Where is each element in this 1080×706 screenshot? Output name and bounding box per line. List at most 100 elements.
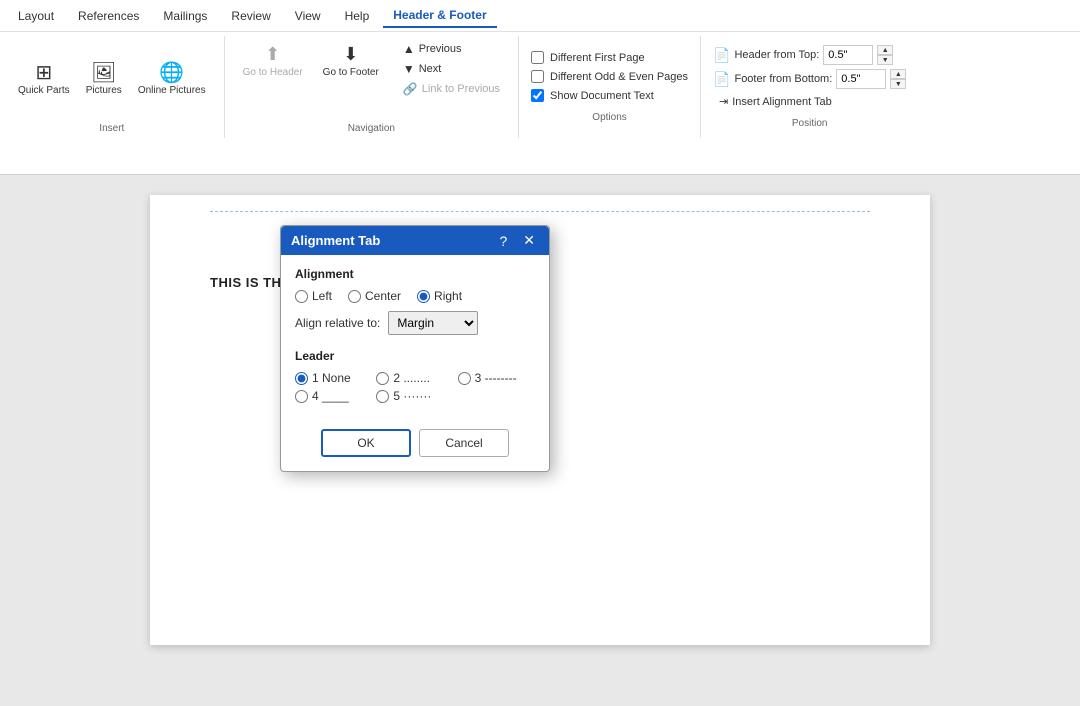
tab-references[interactable]: References: [68, 5, 149, 27]
leader-2-radio[interactable]: [376, 372, 389, 385]
insert-alignment-tab-button[interactable]: ⇥ Insert Alignment Tab: [713, 93, 906, 110]
different-odd-even-checkbox[interactable]: [531, 70, 544, 83]
header-from-top-label: Header from Top:: [734, 49, 819, 61]
previous-button[interactable]: ▲ Previous: [397, 40, 506, 58]
ribbon-tab-bar: Layout References Mailings Review View H…: [0, 0, 1080, 32]
tab-layout[interactable]: Layout: [8, 5, 64, 27]
link-to-previous-button[interactable]: 🔗 Link to Previous: [397, 80, 506, 98]
show-document-text-label: Show Document Text: [550, 90, 654, 102]
header-from-top-input[interactable]: [823, 45, 873, 65]
alignment-center-option[interactable]: Center: [348, 289, 401, 303]
alignment-left-radio[interactable]: [295, 290, 308, 303]
quick-parts-label: Quick Parts: [18, 85, 70, 96]
leader-5-option[interactable]: 5 ·······: [376, 389, 453, 403]
online-pictures-button[interactable]: 🌐 Online Pictures: [132, 59, 212, 100]
modal-overlay: Alignment Tab ? ✕ Alignment Left: [0, 175, 1080, 706]
tab-help[interactable]: Help: [335, 5, 380, 27]
quick-parts-button[interactable]: ⊞ Quick Parts: [12, 59, 76, 100]
ribbon-group-position: 📄 Header from Top: ▲ ▼ 📄 Footer from Bot…: [701, 36, 918, 138]
go-to-header-icon: ⬆: [265, 44, 280, 65]
ribbon-group-insert: ⊞ Quick Parts 🖼 Pictures 🌐 Online Pictur…: [0, 36, 225, 138]
align-relative-label: Align relative to:: [295, 316, 380, 330]
go-to-footer-icon: ⬇: [343, 44, 358, 65]
link-icon: 🔗: [403, 82, 418, 96]
leader-1-radio[interactable]: [295, 372, 308, 385]
tab-view[interactable]: View: [285, 5, 331, 27]
insert-group-label: Insert: [99, 123, 124, 134]
footer-from-bottom-row: 📄 Footer from Bottom: ▲ ▼: [713, 69, 906, 89]
tab-mailings[interactable]: Mailings: [153, 5, 217, 27]
leader-5-radio[interactable]: [376, 390, 389, 403]
dialog-body: Alignment Left Center Right: [281, 255, 549, 429]
leader-4-radio[interactable]: [295, 390, 308, 403]
leader-3-radio[interactable]: [458, 372, 471, 385]
different-first-page-row: Different First Page: [531, 51, 688, 64]
header-from-top-spinner: ▲ ▼: [877, 45, 893, 65]
different-odd-even-label: Different Odd & Even Pages: [550, 71, 688, 83]
nav-group-items: ⬆ Go to Header ⬇ Go to Footer ▲ Previous: [237, 40, 506, 119]
dialog-close-button[interactable]: ✕: [519, 232, 539, 249]
different-first-page-label: Different First Page: [550, 52, 645, 64]
insert-group-items: ⊞ Quick Parts 🖼 Pictures 🌐 Online Pictur…: [12, 40, 212, 119]
header-from-top-up[interactable]: ▲: [877, 45, 893, 55]
footer-from-bottom-icon: 📄: [713, 71, 730, 88]
ribbon: Layout References Mailings Review View H…: [0, 0, 1080, 175]
footer-from-bottom-label: Footer from Bottom:: [734, 73, 832, 85]
next-label: Next: [419, 63, 442, 75]
alignment-left-option[interactable]: Left: [295, 289, 332, 303]
previous-icon: ▲: [403, 42, 415, 56]
leader-5-label: 5 ·······: [393, 389, 431, 403]
next-button[interactable]: ▼ Next: [397, 60, 506, 78]
leader-grid: 1 None 2 ........ 3 -------- 4 ____: [295, 371, 535, 403]
go-to-header-button[interactable]: ⬆ Go to Header: [237, 40, 309, 98]
header-from-top-down[interactable]: ▼: [877, 55, 893, 65]
header-from-top-icon: 📄: [713, 47, 730, 64]
leader-4-label: 4 ____: [312, 389, 349, 403]
ribbon-group-navigation: ⬆ Go to Header ⬇ Go to Footer ▲ Previous: [225, 36, 519, 138]
footer-from-bottom-down[interactable]: ▼: [890, 79, 906, 89]
dialog-title: Alignment Tab: [291, 233, 380, 248]
nav-row-top: ⬆ Go to Header ⬇ Go to Footer ▲ Previous: [237, 40, 506, 98]
go-to-header-label: Go to Header: [243, 67, 303, 78]
online-pictures-label: Online Pictures: [138, 85, 206, 96]
tab-review[interactable]: Review: [221, 5, 280, 27]
cancel-button[interactable]: Cancel: [419, 429, 509, 457]
insert-alignment-label: Insert Alignment Tab: [732, 96, 831, 108]
ok-button[interactable]: OK: [321, 429, 411, 457]
different-first-page-checkbox[interactable]: [531, 51, 544, 64]
alignment-center-label: Center: [365, 289, 401, 303]
leader-3-option[interactable]: 3 --------: [458, 371, 535, 385]
go-to-footer-button[interactable]: ⬇ Go to Footer: [317, 40, 385, 98]
show-document-text-row: Show Document Text: [531, 89, 688, 102]
alignment-left-label: Left: [312, 289, 332, 303]
document-area: THIS IS THE TITLE OF MY PSYCHOLOGY CLASS…: [0, 175, 1080, 706]
leader-section-label: Leader: [295, 349, 535, 363]
options-group-label: Options: [531, 112, 688, 123]
different-odd-even-row: Different Odd & Even Pages: [531, 70, 688, 83]
show-document-text-checkbox[interactable]: [531, 89, 544, 102]
align-relative-row: Align relative to: Margin Indent: [295, 311, 535, 335]
leader-2-option[interactable]: 2 ........: [376, 371, 453, 385]
alignment-right-radio[interactable]: [417, 290, 430, 303]
ribbon-group-options: Different First Page Different Odd & Eve…: [519, 36, 701, 138]
leader-1-option[interactable]: 1 None: [295, 371, 372, 385]
leader-2-label: 2 ........: [393, 371, 430, 385]
align-relative-select[interactable]: Margin Indent: [388, 311, 478, 335]
header-from-top-row: 📄 Header from Top: ▲ ▼: [713, 45, 906, 65]
pictures-icon: 🖼: [91, 63, 116, 83]
footer-from-bottom-up[interactable]: ▲: [890, 69, 906, 79]
tab-header-footer[interactable]: Header & Footer: [383, 4, 496, 28]
alignment-right-label: Right: [434, 289, 462, 303]
dialog-help-button[interactable]: ?: [495, 233, 511, 249]
ribbon-content: ⊞ Quick Parts 🖼 Pictures 🌐 Online Pictur…: [0, 32, 1080, 142]
leader-4-option[interactable]: 4 ____: [295, 389, 372, 403]
previous-label: Previous: [419, 43, 462, 55]
dialog-title-actions: ? ✕: [495, 232, 539, 249]
alignment-center-radio[interactable]: [348, 290, 361, 303]
leader-3-label: 3 --------: [475, 371, 517, 385]
alignment-radio-row: Left Center Right: [295, 289, 535, 303]
pictures-button[interactable]: 🖼 Pictures: [80, 59, 128, 100]
footer-from-bottom-input[interactable]: [836, 69, 886, 89]
alignment-right-option[interactable]: Right: [417, 289, 462, 303]
prev-next-group: ▲ Previous ▼ Next 🔗 Link to Previous: [393, 40, 506, 98]
